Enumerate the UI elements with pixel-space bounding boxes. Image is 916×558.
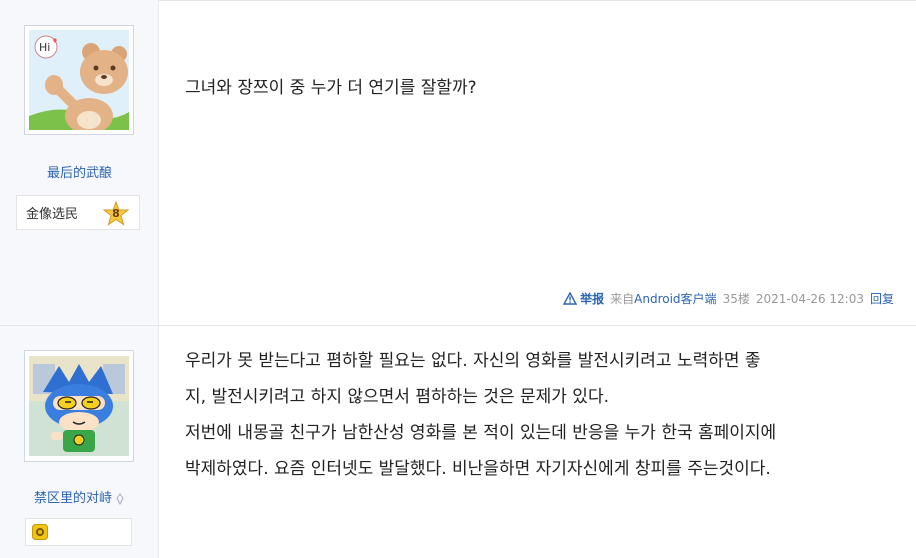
post-line: 지, 발전시키려고 하지 않으면서 폄하하는 것은 문제가 있다. (185, 387, 609, 407)
post-line: 그녀와 장쯔이 중 누가 더 연기를 잘할까? (185, 78, 477, 98)
member-level-icon (116, 492, 124, 505)
floor-number: 35楼 (722, 292, 750, 306)
post-line: 저번에 내몽골 친구가 남한산성 영화를 본 적이 있는데 반응을 누가 한국 … (185, 423, 777, 443)
warning-triangle-icon (563, 292, 578, 305)
member-badge[interactable] (25, 518, 132, 546)
user-avatar[interactable] (24, 350, 134, 462)
report-label: 举报 (580, 292, 605, 306)
post-line: 박제하였다. 요즘 인터넷도 발달했다. 비난을하면 자기자신에게 창피를 주는… (185, 459, 771, 479)
username-text: 禁区里的对峙 (33, 491, 112, 506)
member-badge[interactable]: 金像选民 8 (16, 195, 140, 230)
post-content: 그녀와 장쯔이 중 누가 더 연기를 잘할까? (185, 70, 477, 106)
client-link[interactable]: Android客户端 (634, 292, 716, 306)
cartoon-boy-avatar-icon (29, 356, 129, 456)
client-info: 来自Android客户端 (610, 290, 716, 307)
post-divider (0, 325, 916, 326)
svg-text:Hi: Hi (39, 41, 50, 54)
star-level-icon: 8 (102, 200, 130, 227)
post-line: 우리가 못 받는다고 폄하할 필요는 없다. 자신의 영화를 발전시키려고 노력… (185, 351, 761, 371)
user-avatar[interactable]: Hi (24, 25, 134, 135)
bear-avatar-icon: Hi (29, 30, 129, 130)
post-timestamp: 2021-04-26 12:03 (755, 291, 864, 306)
yellow-badge-icon (32, 524, 48, 540)
username[interactable]: 禁区里的对峙 (0, 487, 159, 506)
reply-button[interactable]: 回复 (870, 290, 894, 307)
client-prefix: 来自 (610, 292, 635, 306)
badge-label: 金像选民 (26, 207, 79, 222)
level-number: 8 (112, 207, 120, 220)
post-content: 우리가 못 받는다고 폄하할 필요는 없다. 자신의 영화를 발전시키려고 노력… (185, 343, 776, 487)
post-footer: 举报 来自Android客户端 35楼 2021-04-26 12:03 回复 (563, 290, 894, 307)
report-button[interactable]: 举报 (563, 290, 604, 307)
username[interactable]: 最后的武酿 (0, 162, 159, 181)
